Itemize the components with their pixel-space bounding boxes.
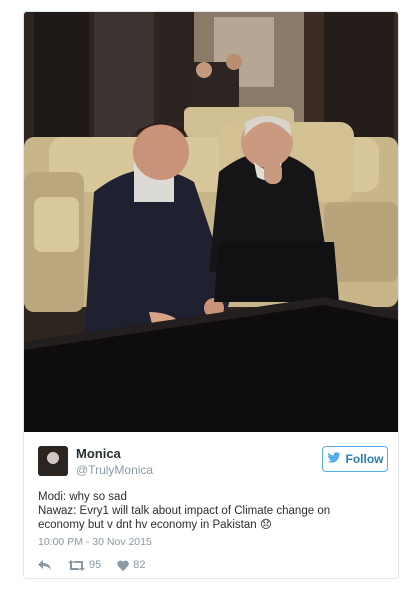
reply-button[interactable] (38, 559, 52, 571)
tweet-text: Modi: why so sad Nawaz: Evry1 will talk … (38, 490, 388, 532)
tweet-photo[interactable] (24, 12, 398, 432)
like-count: 82 (133, 559, 146, 571)
twitter-bird-icon (327, 451, 341, 467)
user-handle[interactable]: @TrulyMonica (76, 463, 153, 477)
like-button[interactable]: 82 (117, 559, 146, 571)
display-name[interactable]: Monica (76, 446, 121, 461)
retweet-count: 95 (89, 559, 102, 571)
tweet-card: Monica @TrulyMonica Follow Modi: why so … (23, 11, 399, 579)
follow-label: Follow (345, 452, 384, 466)
photo-illustration (24, 12, 398, 432)
tweet-header: Monica @TrulyMonica Follow (38, 444, 388, 488)
tweet-text-line: Nawaz: Evry1 will talk about impact of C… (38, 505, 331, 517)
follow-button[interactable]: Follow (322, 446, 388, 472)
tweet-text-line: Modi: why so sad (38, 491, 127, 503)
tweet-timestamp[interactable]: 10:00 PM - 30 Nov 2015 (38, 536, 152, 548)
tweet-actions: 95 82 (38, 558, 162, 572)
tweet-text-line: economy but v dnt hv economy in Pakistan… (38, 519, 272, 531)
reply-icon (38, 559, 52, 571)
avatar[interactable] (38, 446, 68, 476)
retweet-icon (68, 559, 85, 571)
retweet-button[interactable]: 95 (68, 559, 101, 571)
heart-icon (117, 560, 130, 571)
